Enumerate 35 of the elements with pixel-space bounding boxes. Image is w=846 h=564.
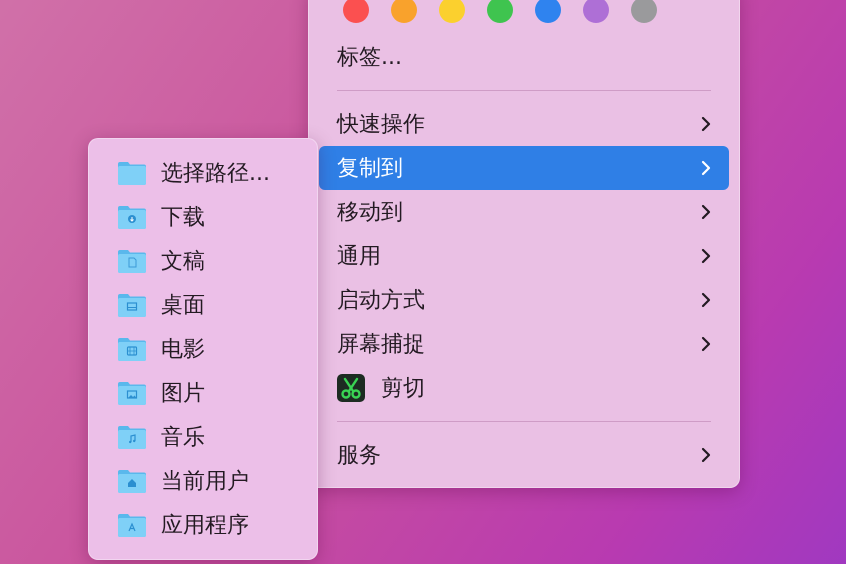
tag-color-dot[interactable]: [391, 0, 417, 23]
film-folder-icon: [117, 336, 147, 362]
tag-color-dot[interactable]: [583, 0, 609, 23]
app-folder-icon: [117, 512, 147, 538]
menu-item[interactable]: 移动到: [319, 190, 729, 234]
tag-color-dot[interactable]: [343, 0, 369, 23]
menu-item[interactable]: 标签...: [319, 35, 729, 79]
menu-item[interactable]: 剪切: [319, 366, 729, 410]
submenu-item[interactable]: 图片: [97, 371, 309, 415]
desktop-folder-icon: [117, 292, 147, 318]
tag-color-dot[interactable]: [631, 0, 657, 23]
submenu-item[interactable]: 选择路径...: [97, 151, 309, 195]
folder-icon: [117, 160, 147, 186]
submenu-item[interactable]: 音乐: [97, 415, 309, 459]
tag-color-dot[interactable]: [535, 0, 561, 23]
music-folder-icon: [117, 424, 147, 450]
submenu-item[interactable]: 当前用户: [97, 459, 309, 503]
home-folder-icon: [117, 468, 147, 494]
document-folder-icon: [117, 248, 147, 274]
tag-color-dot[interactable]: [487, 0, 513, 23]
menu-item[interactable]: 屏幕捕捉: [319, 322, 729, 366]
submenu-item[interactable]: 文稿: [97, 239, 309, 283]
menu-item[interactable]: 复制到: [319, 146, 729, 190]
submenu-item[interactable]: 电影: [97, 327, 309, 371]
submenu-item[interactable]: 应用程序: [97, 503, 309, 547]
menu-item[interactable]: 启动方式: [319, 278, 729, 322]
download-folder-icon: [117, 204, 147, 230]
menu-item[interactable]: 快速操作: [319, 102, 729, 146]
menu-item[interactable]: 通用: [319, 234, 729, 278]
submenu-item[interactable]: 桌面: [97, 283, 309, 327]
tag-color-dot[interactable]: [439, 0, 465, 23]
menu-item[interactable]: 服务: [319, 433, 729, 477]
submenu-item[interactable]: 下载: [97, 195, 309, 239]
scissors-icon: [337, 374, 365, 402]
picture-folder-icon: [117, 380, 147, 406]
